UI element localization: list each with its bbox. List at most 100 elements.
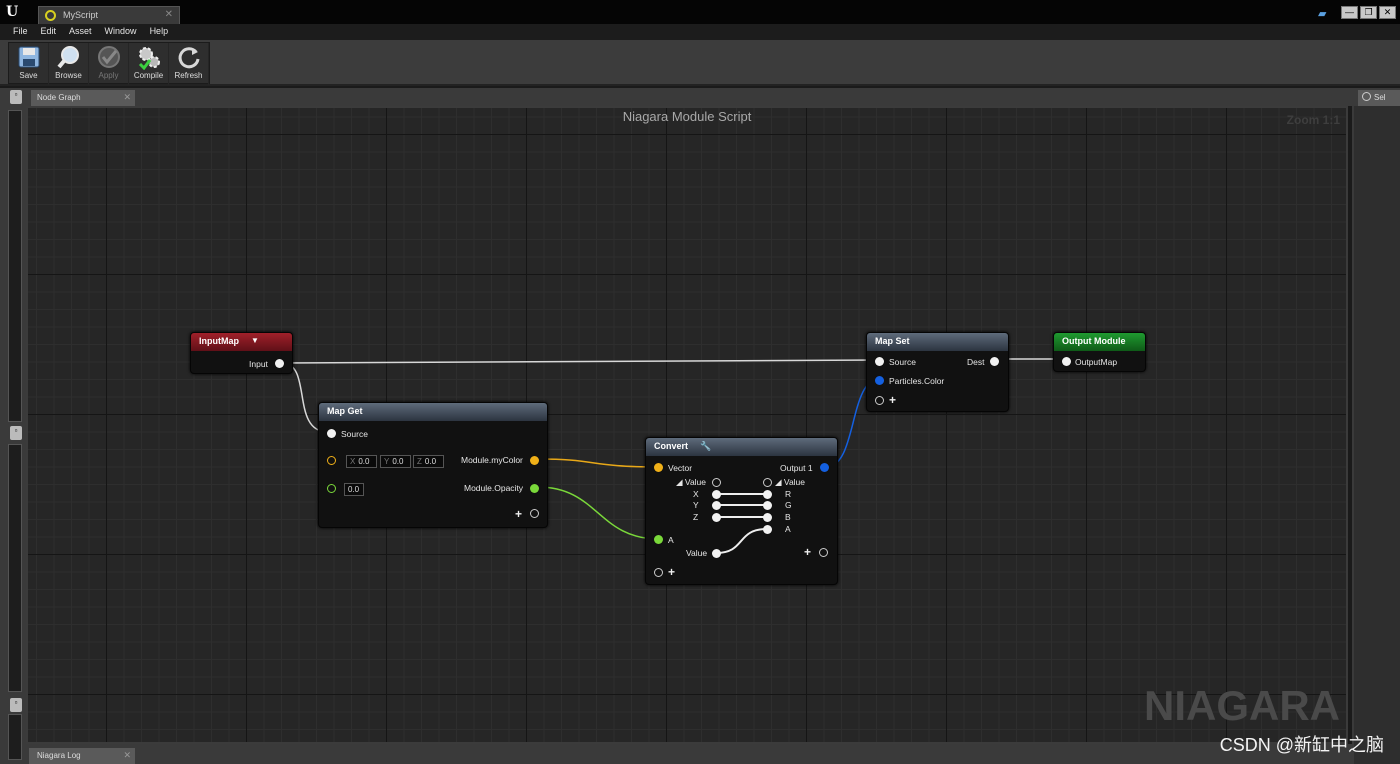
pin-mapset-source[interactable] — [875, 357, 884, 366]
menu-file[interactable]: File — [7, 24, 35, 40]
compile-label: Compile — [133, 71, 164, 80]
node-input-map[interactable]: InputMap ▼ Input — [190, 332, 293, 374]
pin-label-z: Z — [693, 512, 699, 522]
opacity-value: 0.0 — [348, 485, 360, 494]
browse-button[interactable]: Browse — [49, 43, 89, 85]
menu-edit[interactable]: Edit — [35, 24, 64, 40]
y-value: 0.0 — [392, 457, 404, 466]
x-field[interactable]: X 0.0 — [346, 455, 377, 468]
apply-check-icon — [97, 46, 120, 68]
pin-mycolor-out[interactable] — [530, 456, 539, 465]
menu-help[interactable]: Help — [144, 24, 176, 40]
details-icon — [1362, 92, 1371, 101]
pin-convert-z[interactable] — [712, 513, 721, 522]
pin-opacity-out[interactable] — [530, 484, 539, 493]
close-window-button[interactable]: ✕ — [1379, 6, 1396, 19]
node-convert[interactable]: Convert 🔧 Vector Output 1 ◢ Value ◢ Valu… — [645, 437, 838, 585]
help-hat-icon[interactable]: ▰ — [1318, 7, 1332, 20]
close-log-icon[interactable]: ✕ — [123, 750, 131, 761]
save-button[interactable]: Save — [9, 43, 49, 85]
log-tab-label: Niagara Log — [37, 751, 81, 760]
y-field[interactable]: Y 0.0 — [380, 455, 411, 468]
pin-mapget-source[interactable] — [327, 429, 336, 438]
pin-label-b: B — [785, 512, 791, 522]
node-output-module-header[interactable]: Output Module — [1054, 333, 1145, 351]
pin-label-dest: Dest — [967, 357, 985, 367]
node-graph-tab-label: Node Graph — [37, 93, 81, 102]
convert-internal-wires — [715, 493, 768, 554]
pin-label-g: G — [785, 500, 792, 510]
pin-particles-color[interactable] — [875, 376, 884, 385]
opacity-field[interactable]: 0.0 — [344, 483, 364, 496]
left-tab-top-icon[interactable]: ▫ — [10, 90, 22, 104]
left-panel-lower — [8, 444, 22, 692]
menu-asset[interactable]: Asset — [63, 24, 99, 40]
unreal-logo-icon: U — [6, 4, 19, 20]
dropdown-arrow-icon[interactable]: ▼ — [251, 336, 259, 345]
toolbar: Save Browse Apply Compile Refresh — [0, 40, 1400, 86]
wire-mycolor-to-vector — [537, 458, 660, 468]
apply-button[interactable]: Apply — [89, 43, 129, 85]
node-map-set-header[interactable]: Map Set — [867, 333, 1008, 351]
pin-convert-y[interactable] — [712, 501, 721, 510]
menu-window[interactable]: Window — [99, 24, 144, 40]
pin-convert-a-out[interactable] — [763, 525, 772, 534]
pin-convert-a-in[interactable] — [654, 535, 663, 544]
document-tab-label: MyScript — [63, 10, 99, 20]
z-field[interactable]: Z 0.0 — [413, 455, 444, 468]
pin-convert-x[interactable] — [712, 490, 721, 499]
node-map-get-header[interactable]: Map Get — [319, 403, 547, 421]
close-node-graph-icon[interactable]: ✕ — [123, 92, 131, 103]
node-input-map-header[interactable]: InputMap ▼ — [191, 333, 292, 351]
menu-bar: File Edit Asset Window Help — [0, 24, 1400, 40]
left-panel-strip: ▫ ▫ ▫ — [0, 88, 26, 764]
pin-label-particles-color: Particles.Color — [889, 376, 945, 386]
x-value: 0.0 — [358, 457, 370, 466]
add-input-pin-icon[interactable]: + — [668, 566, 675, 578]
close-tab-icon[interactable]: ✕ — [165, 9, 173, 20]
pin-convert-value-bottom[interactable] — [712, 549, 721, 558]
csdn-credit: CSDN @新缸中之脑 — [1219, 735, 1384, 755]
pin-default-float[interactable] — [327, 484, 336, 493]
left-tab-bottom-icon[interactable]: ▫ — [10, 698, 22, 712]
node-map-get-title: Map Get — [327, 406, 363, 416]
tab-selected-details[interactable]: Sel — [1358, 90, 1400, 106]
pin-add-output[interactable] — [530, 509, 539, 518]
pin-mapset-add[interactable] — [875, 396, 884, 405]
wire-input-to-mapset-source — [281, 359, 882, 364]
pin-label-a-in: A — [668, 535, 674, 545]
z-value: 0.0 — [424, 457, 437, 466]
pin-convert-r[interactable] — [763, 490, 772, 499]
node-map-set[interactable]: Map Set Source Dest Particles.Color + — [866, 332, 1009, 412]
pin-mapset-dest[interactable] — [990, 357, 999, 366]
refresh-label: Refresh — [174, 71, 203, 80]
add-set-pin-icon[interactable]: + — [889, 394, 896, 406]
pin-convert-add-out[interactable] — [819, 548, 828, 557]
node-graph-canvas[interactable]: Niagara Module Script Zoom 1:1 NIAGARA I… — [26, 106, 1348, 744]
compile-gears-icon — [138, 47, 160, 70]
left-tab-middle-icon[interactable]: ▫ — [10, 426, 22, 440]
pin-outputmap-in[interactable] — [1062, 357, 1071, 366]
node-map-get[interactable]: Map Get Source X 0.0 Y 0.0 Z 0.0 Module.myC… — [318, 402, 548, 528]
pin-label-y: Y — [693, 500, 699, 510]
add-output-pin-icon[interactable]: + — [804, 546, 811, 558]
window-controls: — ❐ ✕ — [1341, 6, 1396, 19]
restore-button[interactable]: ❐ — [1360, 6, 1377, 19]
pin-convert-g[interactable] — [763, 501, 772, 510]
pin-default-vector[interactable] — [327, 456, 336, 465]
minimize-button[interactable]: — — [1341, 6, 1358, 19]
pin-convert-b[interactable] — [763, 513, 772, 522]
refresh-button[interactable]: Refresh — [169, 43, 209, 85]
toolbar-group: Save Browse Apply Compile Refresh — [8, 42, 210, 85]
document-tab[interactable]: MyScript ✕ — [38, 6, 180, 24]
add-pin-icon[interactable]: + — [515, 508, 522, 520]
pin-input-out[interactable] — [275, 359, 284, 368]
refresh-icon — [178, 47, 199, 69]
pin-convert-add-in[interactable] — [654, 568, 663, 577]
save-icon — [18, 46, 39, 68]
compile-button[interactable]: Compile — [129, 43, 169, 85]
tab-niagara-log[interactable]: Niagara Log ✕ — [29, 748, 135, 764]
node-map-set-title: Map Set — [875, 336, 910, 346]
tab-node-graph[interactable]: Node Graph ✕ — [31, 90, 135, 106]
node-output-module[interactable]: Output Module OutputMap — [1053, 332, 1146, 372]
